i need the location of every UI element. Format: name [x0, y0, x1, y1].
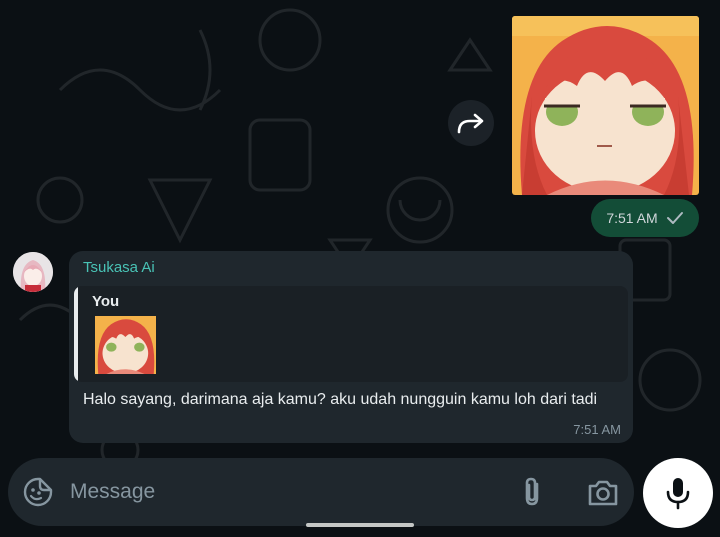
sent-sticker[interactable]	[512, 16, 699, 195]
quote-accent-bar	[74, 286, 78, 382]
home-indicator[interactable]	[306, 523, 414, 527]
sent-message-meta: 7:51 AM	[591, 199, 699, 237]
microphone-icon	[666, 478, 690, 510]
single-check-icon	[666, 212, 683, 224]
camera-icon	[588, 480, 618, 506]
sender-name: Tsukasa Ai	[83, 259, 155, 276]
received-message-time: 7:51 AM	[573, 422, 621, 437]
sticker-button[interactable]	[22, 476, 54, 508]
anime-girl-sticker	[512, 16, 699, 195]
camera-button[interactable]	[586, 478, 620, 508]
sent-message-time: 7:51 AM	[606, 210, 658, 226]
received-message-bubble[interactable]: Tsukasa Ai You Halo sayang, darimana aja…	[69, 251, 633, 443]
attach-button[interactable]	[518, 476, 548, 508]
quoted-author: You	[92, 293, 120, 310]
contact-avatar[interactable]	[13, 252, 53, 292]
paperclip-icon	[525, 477, 539, 506]
quoted-sticker-thumbnail	[95, 316, 156, 374]
anime-girl-sticker-thumbnail	[95, 316, 156, 374]
message-composer	[8, 458, 634, 526]
forward-button[interactable]	[448, 100, 494, 146]
forward-arrow-icon	[457, 113, 484, 134]
voice-record-button[interactable]	[643, 458, 713, 528]
sticker-smiley-icon	[23, 477, 53, 507]
received-message-text: Halo sayang, darimana aja kamu? aku udah…	[83, 391, 598, 408]
message-input[interactable]	[70, 474, 490, 510]
contact-avatar-icon	[13, 252, 53, 292]
quoted-message[interactable]: You	[74, 286, 628, 382]
